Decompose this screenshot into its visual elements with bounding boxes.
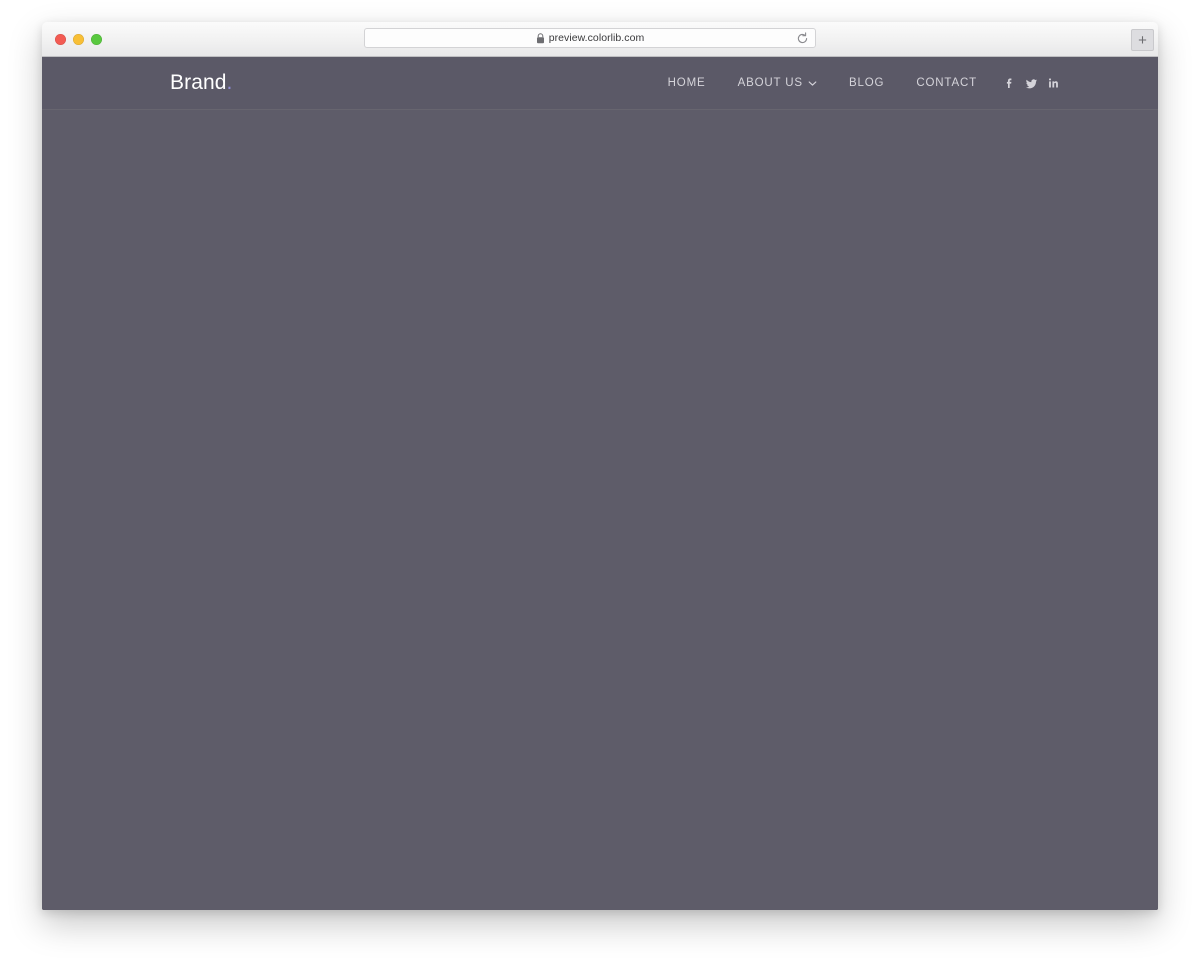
brand-logo[interactable]: Brand. (170, 71, 232, 95)
window-controls (55, 34, 102, 45)
nav-item-home-label: HOME (668, 77, 706, 89)
page-viewport: Brand. HOME ABOUT US (42, 57, 1158, 910)
plus-icon: + (1138, 33, 1147, 48)
reload-icon[interactable] (796, 32, 809, 45)
address-bar-url: preview.colorlib.com (549, 32, 645, 44)
nav-item-about-us-label: ABOUT US (738, 77, 803, 89)
brand-dot: . (227, 71, 233, 94)
chevron-down-icon (808, 79, 817, 88)
new-tab-button[interactable]: + (1131, 29, 1154, 51)
twitter-icon[interactable] (1025, 76, 1038, 90)
social-links (1003, 76, 1060, 90)
linkedin-icon[interactable] (1047, 76, 1060, 90)
nav-item-about-us[interactable]: ABOUT US (722, 77, 833, 89)
maximize-window-button[interactable] (91, 34, 102, 45)
browser-toolbar: preview.colorlib.com + (42, 22, 1158, 57)
address-bar[interactable]: preview.colorlib.com (364, 28, 816, 48)
nav-item-home[interactable]: HOME (652, 77, 722, 89)
page-content-area (42, 110, 1158, 910)
minimize-window-button[interactable] (73, 34, 84, 45)
site-header: Brand. HOME ABOUT US (42, 57, 1158, 110)
facebook-icon[interactable] (1003, 76, 1016, 90)
browser-window: preview.colorlib.com + Brand. (42, 22, 1158, 910)
close-window-button[interactable] (55, 34, 66, 45)
page-root: preview.colorlib.com + Brand. (0, 0, 1200, 972)
nav-item-blog[interactable]: BLOG (833, 77, 900, 89)
nav-item-contact[interactable]: CONTACT (900, 77, 993, 89)
nav-item-contact-label: CONTACT (916, 77, 977, 89)
lock-icon (536, 33, 545, 44)
brand-name: Brand (170, 71, 227, 94)
nav-item-blog-label: BLOG (849, 77, 884, 89)
address-bar-content: preview.colorlib.com (536, 32, 645, 44)
main-navigation: HOME ABOUT US BLOG CON (652, 76, 1060, 90)
